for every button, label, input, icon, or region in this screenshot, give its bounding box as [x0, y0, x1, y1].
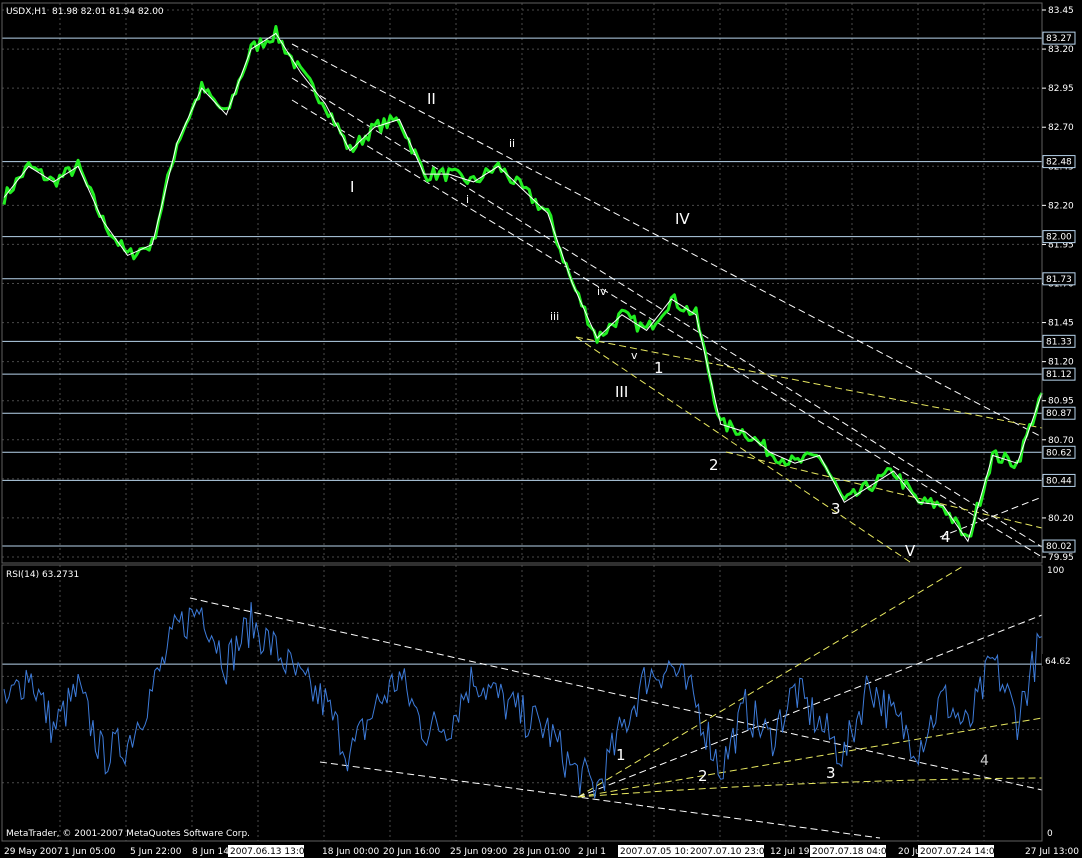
price-level-badge-label: 80.44: [1046, 476, 1072, 486]
rsi-wave-label-2: 2: [698, 767, 708, 785]
wave-label-III: III: [615, 383, 628, 401]
rsi-trend-line-fan-2: [577, 614, 1043, 798]
price-axis-label: 83.20: [1048, 45, 1074, 55]
price-axis-label: 80.20: [1048, 514, 1074, 524]
price-axis-label: 80.70: [1048, 436, 1074, 446]
time-axis-cursor-label: 2007.07.10 23:00: [690, 847, 771, 857]
time-axis-label: 25 Jun 09:00: [450, 847, 507, 857]
price-axis-label: 82.70: [1048, 123, 1074, 133]
price-level-badge-label: 81.73: [1046, 275, 1072, 285]
price-level-badge-label: 82.48: [1046, 158, 1072, 168]
grid: [2, 3, 1042, 841]
time-axis-label: 28 Jun 01:00: [513, 847, 570, 857]
rsi-wave-label-1: 1: [616, 746, 626, 764]
wave-label-V: V: [905, 542, 916, 560]
wave-label-i: i: [466, 193, 469, 206]
rsi-indicator-label: RSI(14) 63.2731: [6, 570, 79, 580]
rsi-wave-label-4: 4: [980, 753, 989, 769]
wave-count-line: [3, 32, 1043, 543]
price-axis-label: 83.45: [1048, 6, 1074, 16]
wave-label-2: 2: [709, 456, 719, 474]
time-axis-label: 27 Jul 13:00: [1025, 847, 1079, 857]
symbol-label: USDX,H1: [6, 7, 47, 17]
trend-line-channel-lower: [291, 99, 1043, 558]
rsi-line: [3, 602, 1043, 799]
price-level-badge-label: 81.33: [1046, 337, 1072, 347]
time-axis-label: 1 Jun 05:00: [64, 847, 116, 857]
time-axis: 29 May 2007 1 Jun 05:00 5 Jun 22:00 8 Jun 1…: [4, 845, 1079, 857]
time-axis-label: 29 May 2007: [4, 847, 63, 857]
rsi-trend-line-fan-1: [577, 564, 966, 798]
ohlc-label: 81.98 82.01 81.94 82.00: [52, 7, 164, 17]
price-level-badges: 83.27 82.48 82.00 81.73 81.33 81.12 80.87 80.62…: [1042, 31, 1076, 553]
wave-label-v: v: [631, 349, 638, 362]
price-level-badge-label: 80.02: [1046, 542, 1072, 552]
time-axis-cursor-label: 2007.07.24 14:00: [920, 847, 1001, 857]
time-axis-cursor-label: 2007.06.13 13:00: [230, 847, 311, 857]
trend-line-upper: [291, 43, 1043, 438]
wave-label-iii: iii: [550, 310, 559, 323]
wave-label-IV: IV: [675, 210, 690, 228]
price-level-badge-label: 80.87: [1046, 409, 1072, 419]
time-axis-label: 20 Jun 16:00: [383, 847, 440, 857]
price-axis-label: 80.95: [1048, 397, 1074, 407]
price-level-badge-label: 80.62: [1046, 448, 1072, 458]
rsi-axis-max: 100: [1047, 566, 1064, 576]
price-level-badge-label: 82.00: [1046, 233, 1072, 243]
trend-line-wave-2: [725, 451, 1043, 529]
rsi-level-badge-label: 64.62: [1045, 657, 1071, 667]
time-axis-label: 2 Jul 1: [578, 847, 606, 857]
time-axis-cursor-label: 2007.07.18 04:00: [812, 847, 893, 857]
wave-label-3: 3: [831, 500, 841, 518]
wave-label-4: 4: [941, 528, 951, 546]
wave-label-iv: iv: [597, 285, 607, 298]
trend-lines: [291, 43, 1043, 563]
copyright-label: MetaTrader, © 2001-2007 MetaQuotes Softw…: [6, 829, 250, 839]
price-axis-label: 81.45: [1048, 319, 1074, 329]
price-axis-label: 82.20: [1048, 201, 1074, 211]
rsi-axis-min: 0: [1047, 829, 1053, 839]
rsi-trend-line-base: [577, 777, 1043, 798]
price-level-badge-label: 83.27: [1046, 34, 1072, 44]
price-axis-label: 79.95: [1048, 553, 1074, 563]
wave-label-I: I: [350, 178, 354, 196]
wave-label-II: II: [427, 90, 436, 108]
time-axis-label: 5 Jun 22:00: [130, 847, 182, 857]
price-line: [2, 25, 1044, 538]
wave-label-1: 1: [654, 359, 664, 377]
rsi-wave-label-3: 3: [826, 764, 836, 782]
time-axis-label: 18 Jun 00:00: [322, 847, 379, 857]
price-axis-label: 82.95: [1048, 84, 1074, 94]
wave-label-ii: ii: [509, 137, 515, 150]
chart-canvas[interactable]: USDX,H1 81.98 82.01 81.94 82.00 RSI(14) …: [0, 0, 1082, 858]
metatrader-chart-window: USDX,H1 81.98 82.01 81.94 82.00 RSI(14) …: [0, 0, 1082, 858]
price-axis-label: 81.20: [1048, 358, 1074, 368]
trend-line-wave-1: [575, 336, 1043, 429]
trend-line-wave-iii: [575, 336, 911, 563]
rsi-trend-line-lower: [319, 761, 881, 839]
price-level-badge-label: 81.12: [1046, 370, 1072, 380]
